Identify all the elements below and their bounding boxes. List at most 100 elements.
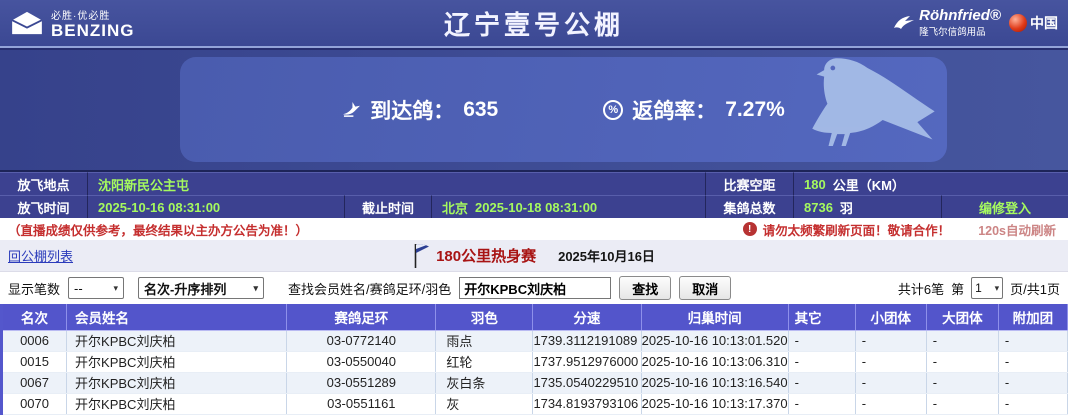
- chevron-down-icon: ▾: [995, 283, 1000, 294]
- cell-small-team: -: [855, 372, 926, 393]
- landing-bird-icon: [342, 101, 361, 118]
- cell-other: -: [788, 393, 855, 414]
- cancel-button[interactable]: 取消: [679, 276, 731, 300]
- cell-ring: 03-0551289: [287, 372, 436, 393]
- page-label-prefix: 第: [951, 279, 964, 298]
- return-rate-stat: % 返鸽率： 7.27%: [603, 95, 785, 125]
- edit-login-link[interactable]: 编修登入: [942, 195, 1068, 218]
- release-time-label: 放飞时间: [0, 195, 88, 218]
- brand-subtitle: 隆飞尔信鸽用品: [919, 24, 1001, 38]
- sort-order-select[interactable]: 名次-升序排列 ▾: [138, 277, 264, 299]
- cell-other: -: [788, 330, 855, 351]
- race-flag-icon: [413, 243, 430, 269]
- header-cell-other: 其它: [788, 304, 855, 330]
- controls-bar: 显示笔数 -- ▾ 名次-升序排列 ▾ 查找会员姓名/赛鸽足环/羽色 查找 取消…: [0, 272, 1068, 304]
- search-button[interactable]: 查找: [619, 276, 671, 300]
- table-header-row: 名次 会员姓名 赛鸽足环 羽色 分速 归巢时间 其它 小团体 大团体 附加团: [2, 304, 1068, 330]
- return-value: 7.27%: [725, 98, 785, 122]
- region-label: 中国: [1030, 13, 1058, 33]
- chevron-down-icon: ▾: [113, 283, 118, 294]
- cell-member: 开尔KPBC刘庆柏: [67, 393, 287, 414]
- return-label: 返鸽率：: [632, 95, 716, 125]
- cell-big-team: -: [926, 351, 998, 372]
- cell-rank: 0067: [2, 372, 67, 393]
- cell-time: 2025-10-16 10:13:16.540: [641, 372, 788, 393]
- cell-rank: 0015: [2, 351, 67, 372]
- cell-time: 2025-10-16 10:13:06.310: [641, 351, 788, 372]
- region-selector[interactable]: 中国: [1009, 13, 1058, 33]
- header-cell-big-team: 大团体: [926, 304, 998, 330]
- race-name: 180公里热身赛: [436, 245, 536, 266]
- race-date: 2025年10月16日: [558, 246, 655, 265]
- cell-big-team: -: [926, 330, 998, 351]
- search-label: 查找会员姓名/赛鸽足环/羽色: [288, 279, 451, 298]
- deadline-label: 截止时间: [345, 195, 432, 218]
- header-cell-speed: 分速: [533, 304, 641, 330]
- page-label-suffix: 页/共1页: [1010, 279, 1060, 298]
- show-count-label: 显示笔数: [8, 279, 60, 298]
- alert-icon: !: [743, 222, 757, 236]
- cell-member: 开尔KPBC刘庆柏: [67, 330, 287, 351]
- header-cell-ring: 赛鸽足环: [287, 304, 436, 330]
- cell-big-team: -: [926, 372, 998, 393]
- cell-speed: 1735.0540229510: [533, 372, 641, 393]
- cell-other: -: [788, 351, 855, 372]
- show-count-select[interactable]: -- ▾: [68, 277, 124, 299]
- cell-member: 开尔KPBC刘庆柏: [67, 351, 287, 372]
- header-cell-rank: 名次: [2, 304, 67, 330]
- cell-speed: 1739.3112191089: [533, 330, 641, 351]
- table-row: 0015 开尔KPBC刘庆柏 03-0550040 红轮 1737.951297…: [2, 351, 1068, 372]
- deadline-value: 北京 2025-10-18 08:31:00: [432, 195, 706, 218]
- distance-value: 180 公里（KM）: [794, 172, 1068, 195]
- cell-extra-team: -: [998, 351, 1067, 372]
- chevron-down-icon: ▾: [253, 283, 258, 294]
- cell-color: 灰: [436, 393, 533, 414]
- cell-small-team: -: [855, 393, 926, 414]
- brand-name: Röhnfried®: [919, 8, 1001, 24]
- race-title-bar: 回公棚列表 180公里热身赛 2025年10月16日: [0, 240, 1068, 272]
- results-table: 名次 会员姓名 赛鸽足环 羽色 分速 归巢时间 其它 小团体 大团体 附加团 0…: [0, 304, 1068, 415]
- cell-member: 开尔KPBC刘庆柏: [67, 372, 287, 393]
- percent-icon: %: [603, 100, 623, 120]
- total-count-text: 共计6笔: [898, 279, 944, 298]
- cell-color: 雨点: [436, 330, 533, 351]
- release-place-value: 沈阳新民公主屯: [88, 172, 706, 195]
- cell-ring: 03-0772140: [287, 330, 436, 351]
- search-input[interactable]: [459, 277, 611, 299]
- release-place-label: 放飞地点: [0, 172, 88, 195]
- arrived-stat: 到达鸽：635: [342, 95, 498, 125]
- total-pigeons-value: 8736 羽: [794, 195, 942, 218]
- header-cell-extra-team: 附加团: [998, 304, 1067, 330]
- notice-bar: （直播成绩仅供参考，最终结果以主办方公告为准！） ! 请勿太频繁刷新页面！敬请合…: [0, 218, 1068, 240]
- cell-big-team: -: [926, 393, 998, 414]
- race-info-table: 放飞地点 沈阳新民公主屯 比赛空距 180 公里（KM） 放飞时间 2025-1…: [0, 172, 1068, 218]
- page-select[interactable]: 1 ▾: [971, 277, 1003, 299]
- cell-ring: 03-0550040: [287, 351, 436, 372]
- china-globe-icon: [1009, 14, 1027, 32]
- cell-color: 灰白条: [436, 372, 533, 393]
- release-time-value: 2025-10-16 08:31:00: [88, 195, 345, 218]
- page: 必胜·优必胜 BENZING 辽宁壹号公棚 Röhnfried® 隆飞尔信鸽用品…: [0, 0, 1068, 416]
- rohnfried-logo[interactable]: Röhnfried® 隆飞尔信鸽用品: [893, 8, 1001, 38]
- cell-speed: 1737.9512976000: [533, 351, 641, 372]
- cell-small-team: -: [855, 330, 926, 351]
- header-cell-color: 羽色: [436, 304, 533, 330]
- disclaimer-text: （直播成绩仅供参考，最终结果以主办方公告为准！）: [8, 220, 308, 239]
- refresh-warning-text: 请勿太频繁刷新页面！敬请合作！: [763, 220, 951, 239]
- cell-time: 2025-10-16 10:13:01.520: [641, 330, 788, 351]
- cell-extra-team: -: [998, 393, 1067, 414]
- cell-color: 红轮: [436, 351, 533, 372]
- table-row: 0067 开尔KPBC刘庆柏 03-0551289 灰白条 1735.05402…: [2, 372, 1068, 393]
- header-cell-time: 归巢时间: [641, 304, 788, 330]
- header-cell-member: 会员姓名: [67, 304, 287, 330]
- app-header: 必胜·优必胜 BENZING 辽宁壹号公棚 Röhnfried® 隆飞尔信鸽用品…: [0, 0, 1068, 48]
- stats-banner: 到达鸽：635 % 返鸽率： 7.27%: [0, 48, 1068, 172]
- total-pigeons-label: 集鸽总数: [706, 195, 794, 218]
- cell-rank: 0006: [2, 330, 67, 351]
- distance-label: 比赛空距: [706, 172, 794, 195]
- arrived-label: 到达鸽：: [370, 95, 454, 125]
- cell-other: -: [788, 372, 855, 393]
- table-row: 0006 开尔KPBC刘庆柏 03-0772140 雨点 1739.311219…: [2, 330, 1068, 351]
- table-row: 0070 开尔KPBC刘庆柏 03-0551161 灰 1734.8193793…: [2, 393, 1068, 414]
- header-cell-small-team: 小团体: [855, 304, 926, 330]
